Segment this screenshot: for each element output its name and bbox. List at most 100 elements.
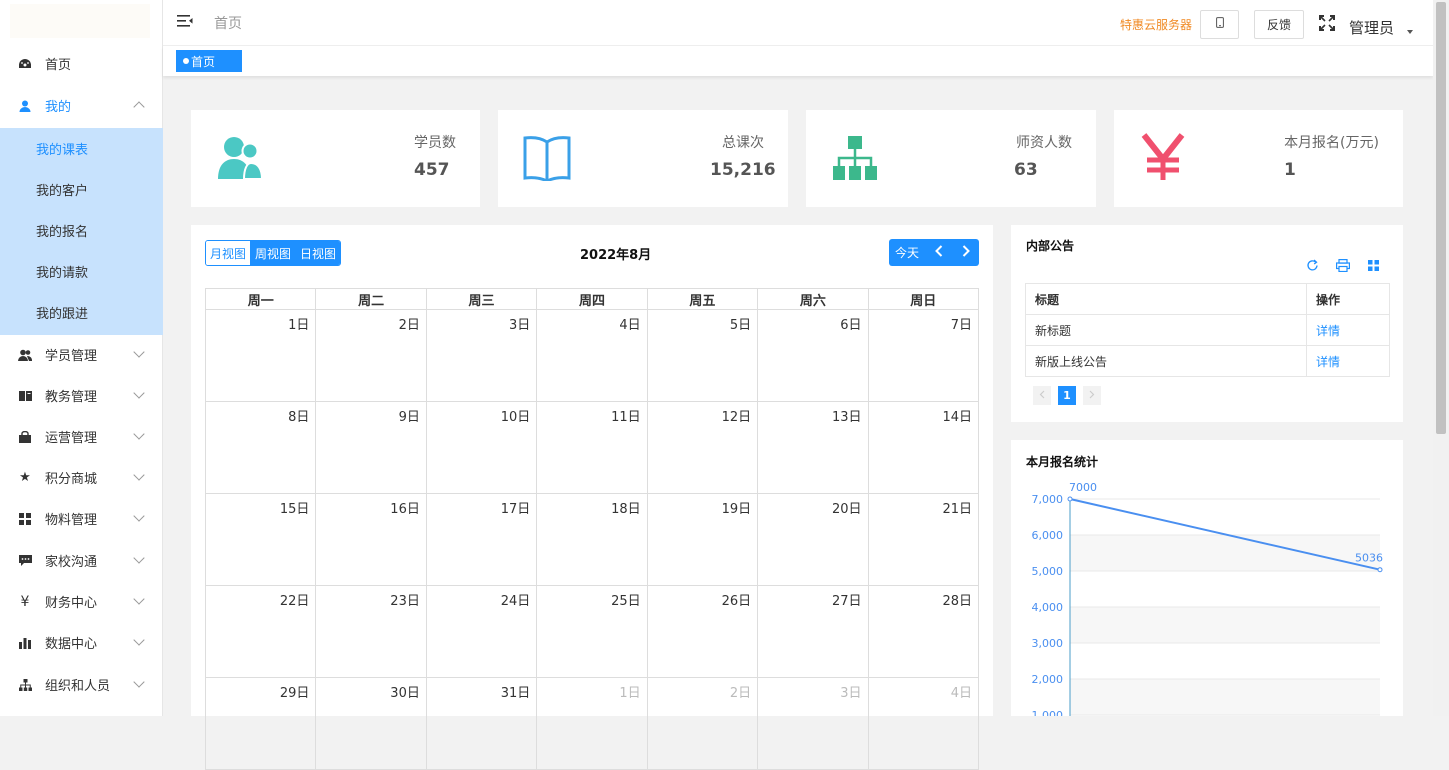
calendar-day-cell[interactable]: 7日 [867,309,980,402]
submenu-item-label: 我的跟进 [36,307,89,322]
sidebar-item-mine[interactable]: 我的 [0,85,163,126]
stat-card-lessons: 总课次 15,216 [498,110,788,207]
calendar-day-cell[interactable]: 22日 [204,585,317,678]
submenu-item-my-customers[interactable]: 我的客户 [0,169,163,210]
prev-month-button[interactable] [925,239,952,266]
sidebar-item-points-mall[interactable]: ★ 积分商城 [0,457,163,498]
fullscreen-icon[interactable] [1319,15,1335,31]
sidebar-item-academic[interactable]: 教务管理 [0,375,163,416]
today-button[interactable]: 今天 [889,239,925,266]
submenu-item-my-payment-requests[interactable]: 我的请款 [0,251,163,292]
next-month-button[interactable] [952,239,979,266]
sidebar-toggle-icon[interactable] [177,14,193,28]
calendar-day-cell[interactable]: 9日 [315,401,427,494]
calendar-day-cell[interactable]: 5日 [646,309,759,402]
calendar-day-cell-next-month[interactable]: 2日 [646,677,759,770]
calendar-day-cell[interactable]: 25日 [536,585,648,678]
sidebar-item-label: 积分商城 [45,472,98,487]
caret-down-icon[interactable] [1407,30,1413,34]
calendar-day-cell[interactable]: 11日 [536,401,648,494]
scrollbar-thumb[interactable] [1436,2,1446,434]
tab-home[interactable]: 首页 [176,50,242,72]
page-number: 1 [1063,389,1071,402]
month-view-button[interactable]: 月视图 [206,241,250,265]
book-open-icon [523,135,571,185]
sidebar-item-home[interactable]: 首页 [0,43,163,84]
day-view-button[interactable]: 日视图 [296,241,340,265]
calendar-day-cell[interactable]: 12日 [646,401,759,494]
server-promo-link[interactable]: 特惠云服务器 [1120,16,1192,33]
submenu-item-my-schedule[interactable]: 我的课表 [0,128,163,169]
sidebar-item-finance[interactable]: ¥ 财务中心 [0,581,163,622]
detail-link[interactable]: 详情 [1306,314,1390,346]
sidebar-item-data-center[interactable]: 数据中心 [0,622,163,663]
chevron-left-icon [1039,388,1045,403]
calendar-day-cell[interactable]: 30日 [315,677,427,770]
calendar-day-cell[interactable]: 16日 [315,493,427,586]
bar-chart-icon [18,636,32,650]
calendar-day-cell[interactable]: 4日 [536,309,648,402]
mobile-icon [1215,17,1224,32]
mobile-button[interactable] [1200,10,1239,39]
weekday-header: 周三 [425,288,538,310]
chevron-down-icon [133,387,145,399]
grid-icon [18,512,32,526]
calendar-day-cell[interactable]: 13日 [757,401,869,494]
calendar-day-cell[interactable]: 24日 [425,585,538,678]
calendar-day-cell[interactable]: 27日 [757,585,869,678]
calendar-day-cell[interactable]: 3日 [425,309,538,402]
calendar-day-cell-next-month[interactable]: 3日 [757,677,869,770]
sidebar-item-org-people[interactable]: 组织和人员 [0,664,163,705]
sidebar-item-students[interactable]: 学员管理 [0,334,163,375]
calendar-week-row: 22日 23日 24日 25日 26日 27日 28日 [204,585,980,678]
column-grid-icon[interactable] [1368,260,1379,275]
stat-card-students: 学员数 457 [191,110,480,207]
pagination: 1 [1033,386,1101,405]
calendar-day-cell-next-month[interactable]: 4日 [867,677,980,770]
refresh-icon[interactable] [1306,259,1319,276]
user-menu[interactable]: 管理员 [1349,17,1394,38]
calendar-day-cell[interactable]: 2日 [315,309,427,402]
calendar-day-cell[interactable]: 28日 [867,585,980,678]
next-page-button[interactable] [1083,386,1101,405]
calendar-day-cell[interactable]: 19日 [646,493,759,586]
detail-link[interactable]: 详情 [1306,345,1390,377]
book-icon [18,389,32,403]
logo [10,4,150,38]
calendar-day-cell[interactable]: 18日 [536,493,648,586]
calendar-day-cell[interactable]: 21日 [867,493,980,586]
enrollment-line-chart: 7,000 6,000 5,000 4,000 3,000 2,000 1,000 7000 5… [1032,481,1383,716]
calendar-day-cell[interactable]: 14日 [867,401,980,494]
calendar-day-cell[interactable]: 17日 [425,493,538,586]
submenu-item-my-followups[interactable]: 我的跟进 [0,292,163,333]
calendar-day-cell[interactable]: 1日 [204,309,317,402]
sidebar-item-operations[interactable]: 运营管理 [0,416,163,457]
submenu-item-my-enrollments[interactable]: 我的报名 [0,210,163,251]
calendar-day-cell[interactable]: 15日 [204,493,317,586]
calendar-day-cell[interactable]: 26日 [646,585,759,678]
calendar-day-cell[interactable]: 29日 [204,677,317,770]
week-view-button[interactable]: 周视图 [250,241,296,265]
sidebar-item-home-school[interactable]: 家校沟通 [0,540,163,581]
feedback-label: 反馈 [1266,18,1291,32]
sidebar-item-label: 家校沟通 [45,555,98,570]
calendar-day-cell[interactable]: 10日 [425,401,538,494]
page-button-current[interactable]: 1 [1058,386,1076,405]
calendar-grid: 周一 周二 周三 周四 周五 周六 周日 1日 2日 3日 4日 5日 6日 7… [204,288,980,770]
calendar-day-cell[interactable]: 20日 [757,493,869,586]
calendar-day-cell[interactable]: 8日 [204,401,317,494]
sidebar-item-label: 运营管理 [45,431,98,446]
sidebar-item-label: 首页 [45,58,72,73]
calendar-day-cell[interactable]: 6日 [757,309,869,402]
page-scrollbar[interactable] [1433,0,1449,716]
sidebar-item-label: 学员管理 [45,349,98,364]
calendar-day-cell-next-month[interactable]: 1日 [536,677,648,770]
sidebar-item-materials[interactable]: 物料管理 [0,498,163,539]
calendar-day-cell[interactable]: 23日 [315,585,427,678]
stat-label: 总课次 [722,135,764,151]
prev-page-button[interactable] [1033,386,1051,405]
calendar-day-cell[interactable]: 31日 [425,677,538,770]
breadcrumb[interactable]: 首页 [214,13,242,33]
print-icon[interactable] [1336,259,1351,276]
feedback-button[interactable]: 反馈 [1254,10,1304,39]
